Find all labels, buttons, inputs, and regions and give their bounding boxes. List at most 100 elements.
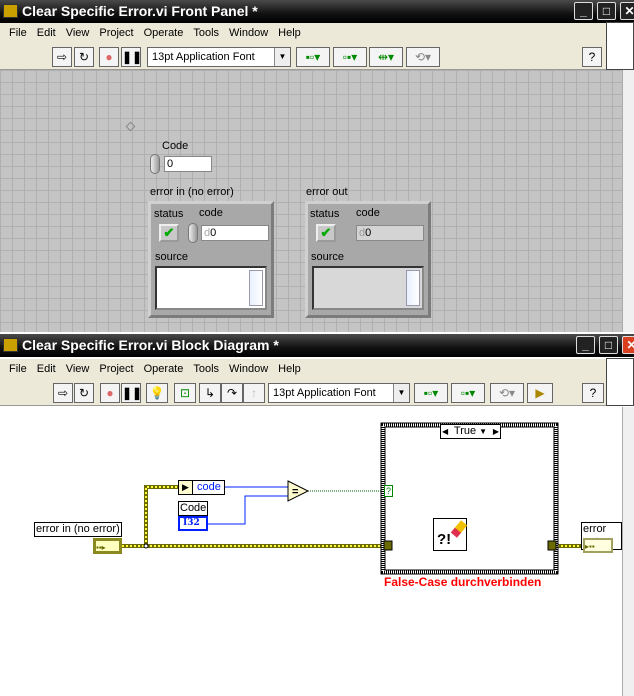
step-into-button[interactable]: ↳ (199, 383, 221, 403)
maximize-button[interactable]: □ (597, 2, 616, 20)
menu-help[interactable]: Help (273, 23, 306, 44)
font-select[interactable]: 13pt Application Font ▼ (268, 383, 410, 403)
input-tunnel[interactable] (383, 540, 393, 551)
retain-wire-values-button[interactable]: ⊡ (174, 383, 196, 403)
menu-view[interactable]: View (61, 359, 95, 380)
align-objects-button[interactable]: ▪▫▾ (414, 383, 448, 403)
error-in-code-label: code (199, 207, 223, 219)
step-out-button[interactable]: ↑ (243, 383, 265, 403)
abort-button[interactable]: ● (99, 47, 119, 67)
menu-help[interactable]: Help (273, 359, 306, 380)
error-out-code-indicator: d0 (356, 225, 424, 241)
menu-tools[interactable]: Tools (188, 23, 224, 44)
step-over-button[interactable]: ↷ (221, 383, 243, 403)
vi-connector-icon (606, 22, 634, 70)
question-icon: ?! (437, 531, 452, 548)
abort-button[interactable]: ● (100, 383, 120, 403)
error-out-label: error out (306, 186, 348, 198)
menu-window[interactable]: Window (224, 23, 273, 44)
front-panel-canvas: Code 0 error in (no error) status ✔ code… (0, 70, 622, 332)
font-select[interactable]: 13pt Application Font ▼ (147, 47, 291, 67)
error-in-code-spinner[interactable] (188, 223, 198, 243)
align-objects-button[interactable]: ▪▫▾ (296, 47, 330, 67)
case-selector-value: True (453, 425, 477, 437)
error-out-code-label: code (356, 207, 380, 219)
block-diagram-titlebar[interactable]: Clear Specific Error.vi Block Diagram * … (0, 334, 634, 357)
vi-connector-icon (606, 358, 634, 406)
run-button[interactable]: ⇨ (52, 47, 72, 67)
toolbar: ⇨ ↻ ● ❚❚ 💡 ⊡ ↳ ↷ ↑ 13pt Application Font… (0, 380, 606, 406)
chevron-down-icon: ▼ (393, 384, 409, 402)
menu-bar: File Edit View Project Operate Tools Win… (0, 23, 606, 44)
pause-button[interactable]: ❚❚ (121, 383, 142, 403)
decrement-case-icon[interactable]: ◀ (442, 425, 448, 438)
code-increment-decrement[interactable] (150, 154, 160, 174)
menu-view[interactable]: View (61, 23, 95, 44)
case-selector[interactable]: ◀ True ▼ ▶ (440, 424, 501, 439)
menu-edit[interactable]: Edit (32, 23, 61, 44)
front-panel-scrollbar[interactable] (622, 70, 634, 332)
window-title: Clear Specific Error.vi Front Panel * (22, 3, 258, 19)
error-in-terminal[interactable]: ▪▪▸ (93, 538, 122, 554)
help-button[interactable]: ? (582, 383, 604, 403)
menu-project[interactable]: Project (94, 23, 138, 44)
close-button[interactable]: ✕ (620, 2, 634, 20)
font-label: 13pt Application Font (273, 387, 376, 399)
window-title: Clear Specific Error.vi Block Diagram * (22, 337, 279, 353)
error-in-source-textbox[interactable] (155, 266, 267, 310)
code-i32-terminal[interactable]: I32 (178, 516, 208, 531)
clean-up-diagram-button[interactable]: ▶ (527, 383, 553, 403)
chevron-down-icon: ▼ (479, 427, 488, 436)
error-in-code-value: 0 (210, 227, 217, 239)
error-out-terminal[interactable]: ▸▪▪ (583, 538, 613, 553)
error-in-code-input[interactable]: d0 (201, 225, 269, 241)
font-label: 13pt Application Font (152, 51, 255, 63)
clear-errors-vi[interactable]: ?! (433, 518, 468, 551)
unbundle-field: code (197, 481, 221, 493)
menu-edit[interactable]: Edit (32, 359, 61, 380)
minimize-button[interactable]: _ (574, 2, 593, 20)
case-structure-frame[interactable] (380, 422, 559, 575)
toolbar: ⇨ ↻ ● ❚❚ 13pt Application Font ▼ ▪▫▾ ▫▪▾ … (0, 44, 606, 70)
increment-case-icon[interactable]: ▶ (493, 425, 499, 438)
scrollbar[interactable] (249, 270, 263, 306)
distribute-objects-button[interactable]: ▫▪▾ (451, 383, 485, 403)
reorder-button[interactable]: ⟲▾ (406, 47, 440, 67)
scrollbar[interactable] (406, 270, 420, 306)
vi-icon (3, 4, 18, 18)
pause-button[interactable]: ❚❚ (121, 47, 142, 67)
menu-operate[interactable]: Operate (139, 23, 189, 44)
help-button[interactable]: ? (582, 47, 602, 67)
error-in-source-label: source (155, 251, 189, 263)
error-in-status-checkmark[interactable]: ✔ (159, 224, 179, 242)
highlight-execution-button[interactable]: 💡 (146, 383, 168, 403)
block-diagram-scrollbar[interactable] (622, 407, 634, 696)
maximize-button[interactable]: □ (599, 336, 618, 354)
menu-bar: File Edit View Project Operate Tools Win… (0, 359, 606, 380)
menu-tools[interactable]: Tools (188, 359, 224, 380)
run-continuously-button[interactable]: ↻ (74, 383, 94, 403)
menu-file[interactable]: File (4, 23, 32, 44)
error-out-status-checkmark: ✔ (316, 224, 336, 242)
minimize-button[interactable]: _ (576, 336, 595, 354)
distribute-objects-button[interactable]: ▫▪▾ (333, 47, 367, 67)
front-panel-titlebar[interactable]: Clear Specific Error.vi Front Panel * _ … (0, 0, 634, 23)
close-button[interactable]: ✕ (622, 336, 634, 354)
eraser-icon (450, 520, 468, 538)
menu-file[interactable]: File (4, 359, 32, 380)
block-diagram-canvas: = error in (no error) ▪▪▸ ▶ code Code I3… (0, 407, 622, 696)
code-input[interactable]: 0 (164, 156, 212, 172)
menu-project[interactable]: Project (94, 359, 138, 380)
resize-objects-button[interactable]: ⇹▾ (369, 47, 403, 67)
run-continuously-button[interactable]: ↻ (74, 47, 94, 67)
unbundle-by-name-node[interactable]: ▶ code (178, 480, 225, 495)
case-selector-terminal[interactable]: ? (384, 485, 393, 497)
menu-operate[interactable]: Operate (139, 359, 189, 380)
error-out-code-value: 0 (365, 227, 372, 239)
reorder-button[interactable]: ⟲▾ (490, 383, 524, 403)
output-tunnel[interactable] (547, 540, 557, 551)
error-out-status-label: status (310, 208, 340, 220)
menu-window[interactable]: Window (224, 359, 273, 380)
run-button[interactable]: ⇨ (53, 383, 73, 403)
error-in-terminal-label: error in (no error) (34, 522, 122, 537)
